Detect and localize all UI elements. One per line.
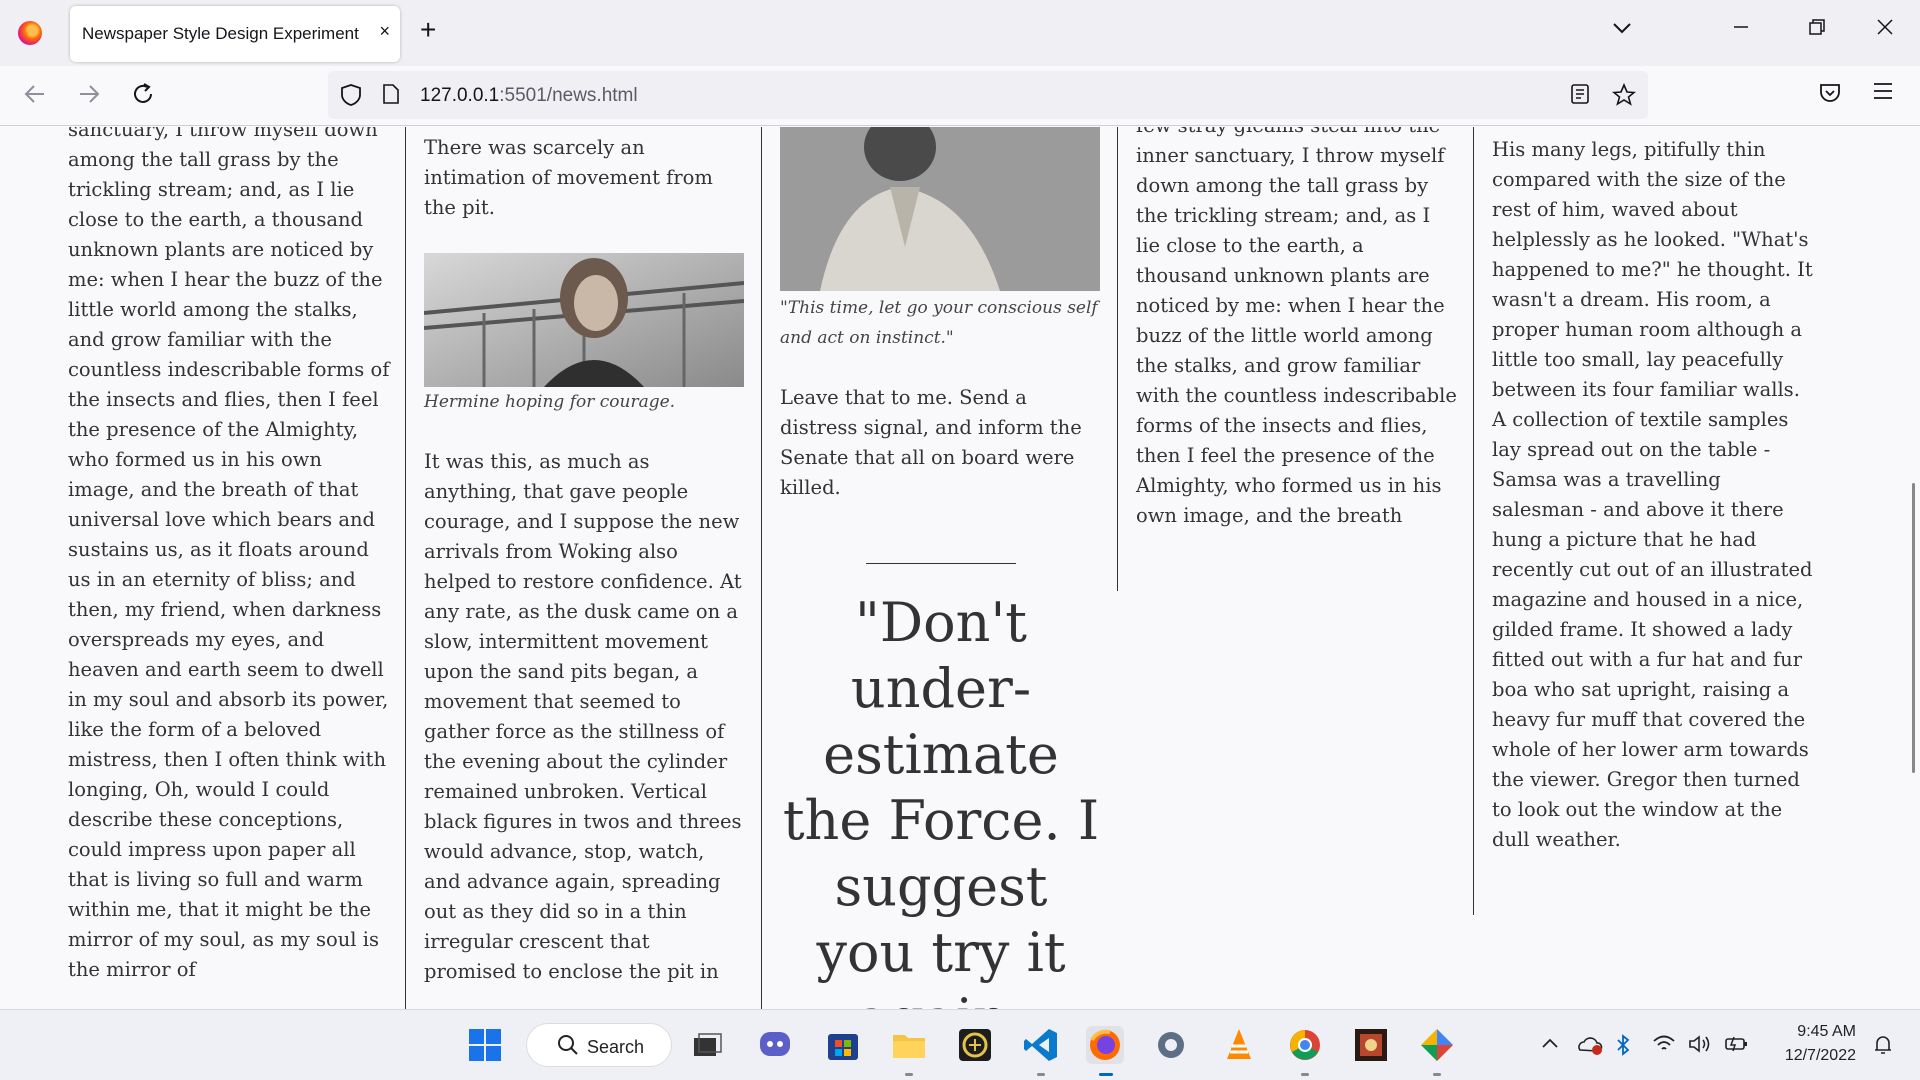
chat-icon[interactable]: [756, 1026, 794, 1064]
onedrive-icon[interactable]: [1576, 1034, 1604, 1061]
menu-icon[interactable]: [1872, 81, 1894, 107]
page-icon[interactable]: [382, 83, 400, 111]
pull-quote-rule: [866, 563, 1016, 564]
column-1-text: sanctuary, I throw myself down among the…: [68, 127, 390, 981]
column-4-text: few stray gleams steal into the inner sa…: [1136, 127, 1457, 527]
url-path: :5501/news.html: [499, 85, 638, 106]
running-indicator: [1301, 1073, 1309, 1076]
app-icon[interactable]: [956, 1026, 994, 1064]
page-viewport[interactable]: sanctuary, I throw myself down among the…: [0, 127, 1920, 1009]
clock-date: 12/7/2022: [1784, 1047, 1856, 1064]
file-explorer-icon[interactable]: [890, 1026, 928, 1064]
forward-icon[interactable]: [76, 81, 102, 111]
reader-view-icon[interactable]: [1570, 83, 1590, 111]
scrollbar-thumb[interactable]: [1912, 483, 1915, 773]
restore-icon[interactable]: [1808, 18, 1826, 42]
url-bar[interactable]: 127.0.0.1:5501/news.html: [328, 71, 1648, 119]
running-indicator: [1433, 1073, 1441, 1076]
store-icon[interactable]: [824, 1026, 862, 1064]
active-indicator: [1099, 1073, 1113, 1076]
search-icon: [557, 1034, 579, 1061]
list-tabs-icon[interactable]: [1612, 18, 1632, 41]
tab-title: Newspaper Style Design Experiment: [82, 24, 359, 43]
new-tab-button[interactable]: +: [420, 16, 436, 44]
article-column-3: "This time, let go your conscious self a…: [780, 127, 1102, 1009]
close-icon[interactable]: [1876, 18, 1894, 42]
shield-icon[interactable]: [340, 83, 362, 113]
column-divider: [405, 127, 406, 1009]
reload-icon[interactable]: [130, 81, 156, 111]
column-2-body: It was this, as much as anything, that g…: [424, 450, 742, 983]
column-2-intro: There was scarcely an intimation of move…: [424, 136, 713, 219]
volume-icon[interactable]: [1688, 1034, 1712, 1059]
firefox-icon[interactable]: [1086, 1026, 1124, 1064]
back-icon[interactable]: [22, 81, 48, 111]
wifi-icon[interactable]: [1652, 1034, 1676, 1059]
search-label: Search: [587, 1037, 645, 1057]
tab-active[interactable]: Newspaper Style Design Experiment ×: [70, 6, 400, 62]
clock[interactable]: 9:45 AM 12/7/2022: [1785, 1020, 1856, 1068]
column-3-body: Leave that to me. Send a distress signal…: [780, 386, 1082, 499]
chrome-icon[interactable]: [1286, 1026, 1324, 1064]
running-indicator: [1037, 1073, 1045, 1076]
article-column-1: sanctuary, I throw myself down among the…: [68, 127, 390, 985]
minimize-icon[interactable]: [1732, 18, 1750, 42]
chevron-up-icon[interactable]: [1540, 1034, 1560, 1059]
column-divider: [1473, 127, 1474, 915]
vlc-icon[interactable]: [1220, 1026, 1258, 1064]
figure-caption: "This time, let go your conscious self a…: [780, 298, 1098, 348]
running-indicator: [905, 1073, 913, 1076]
hermine-photo: [424, 253, 744, 387]
settings-icon[interactable]: [1152, 1026, 1190, 1064]
url-host: 127.0.0.1: [420, 85, 500, 106]
article-column-2: There was scarcely an intimation of move…: [424, 127, 746, 987]
article-column-4: few stray gleams steal into the inner sa…: [1136, 127, 1458, 531]
column-5-text: His many legs, pitifully thin compared w…: [1492, 138, 1813, 851]
url-text[interactable]: 127.0.0.1:5501/news.html: [420, 85, 638, 107]
tab-close-icon[interactable]: ×: [379, 21, 390, 42]
pocket-icon[interactable]: [1818, 81, 1842, 111]
figure-caption: Hermine hoping for courage.: [424, 392, 676, 412]
column-divider: [761, 127, 762, 1009]
taskbar-search[interactable]: Search: [526, 1023, 672, 1067]
luke-photo: [780, 127, 1100, 291]
taskbar: Search 9:45 AM 12/7/2022: [0, 1009, 1920, 1080]
tab-bar: Newspaper Style Design Experiment × +: [0, 0, 1920, 66]
article-column-5: His many legs, pitifully thin compared w…: [1492, 135, 1814, 855]
nav-bar: 127.0.0.1:5501/news.html: [0, 66, 1920, 126]
bookmark-star-icon[interactable]: [1611, 82, 1637, 113]
task-view-icon[interactable]: [688, 1026, 726, 1064]
app3-icon[interactable]: [1418, 1026, 1456, 1064]
bluetooth-icon[interactable]: [1614, 1034, 1632, 1061]
firefox-logo-icon[interactable]: [18, 21, 42, 45]
app2-icon[interactable]: [1352, 1026, 1390, 1064]
battery-icon[interactable]: [1724, 1034, 1750, 1059]
pull-quote: "Don't under-estimate the Force. I sugge…: [782, 591, 1100, 1009]
start-icon[interactable]: [466, 1026, 504, 1064]
notification-icon[interactable]: [1872, 1034, 1894, 1061]
column-divider: [1117, 127, 1118, 591]
figure-hermine: Hermine hoping for courage.: [424, 253, 746, 417]
vscode-icon[interactable]: [1022, 1026, 1060, 1064]
clock-time: 9:45 AM: [1797, 1023, 1856, 1040]
